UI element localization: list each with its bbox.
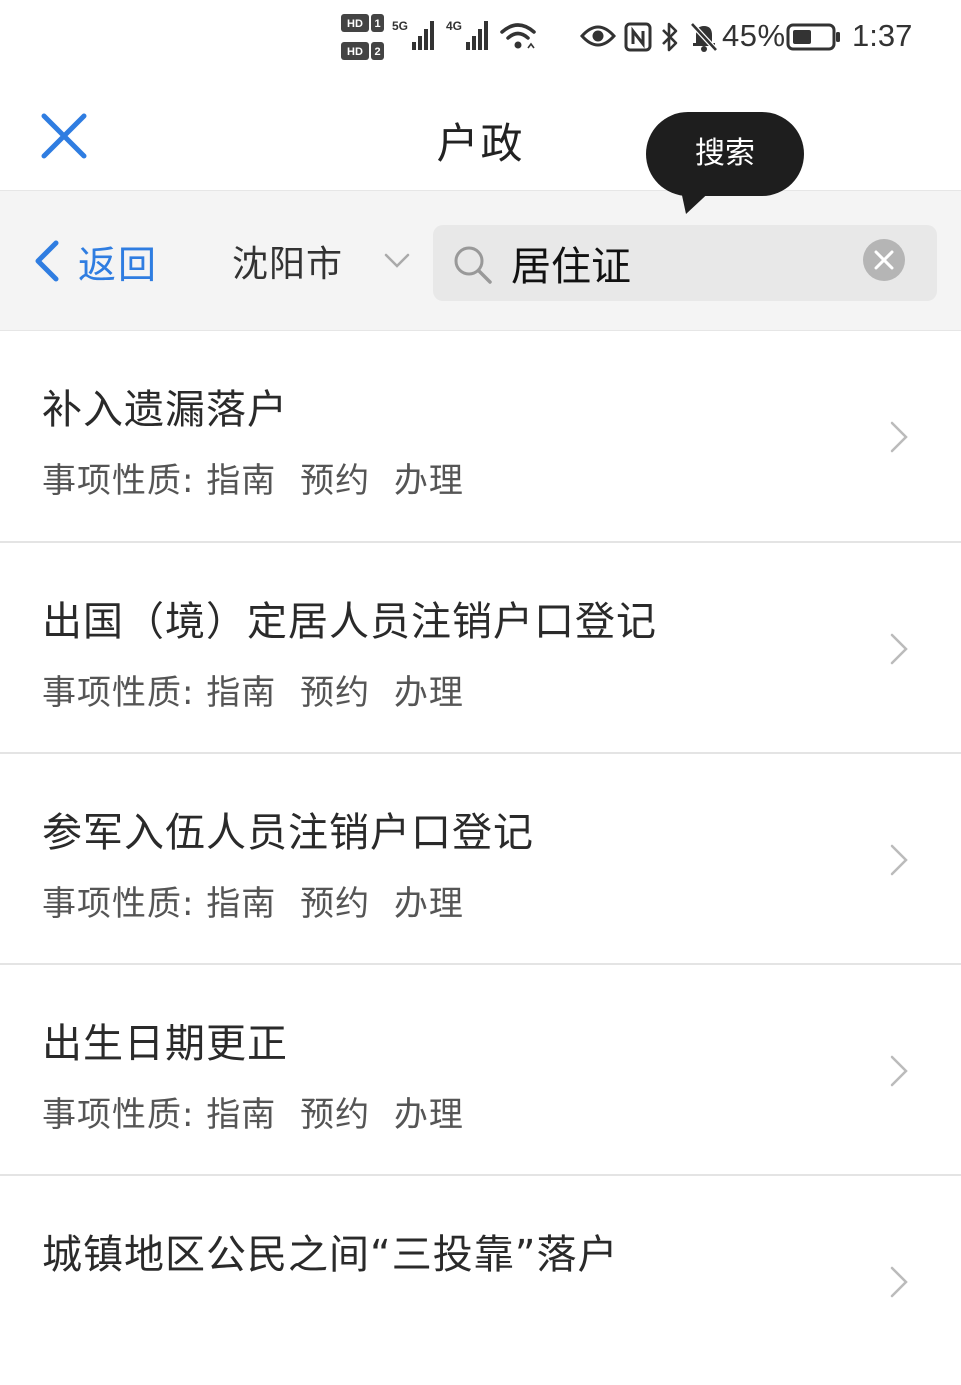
clear-search-icon[interactable] <box>863 239 905 281</box>
svg-text:HD: HD <box>347 18 363 30</box>
tag-handle: 办理 <box>393 673 464 713</box>
eye-icon <box>580 25 616 47</box>
item-meta: 事项性质: 指南 预约 办理 <box>42 876 476 925</box>
chevron-right-icon <box>890 844 908 876</box>
nfc-icon <box>624 22 652 52</box>
city-label: 沈阳市 <box>232 244 344 285</box>
title-bar: 户政 <box>0 78 961 190</box>
item-meta: 事项性质: 指南 预约 办理 <box>42 665 476 714</box>
bell-muted-icon <box>690 22 718 52</box>
item-title: 城镇地区公民之间“三投靠”落户 <box>42 1232 619 1278</box>
list-item[interactable]: 出生日期更正 事项性质: 指南 预约 办理 <box>0 963 961 1174</box>
battery-percent: 45% <box>722 18 786 53</box>
battery-icon <box>786 23 840 51</box>
back-button[interactable]: 返回 <box>32 233 158 289</box>
tag-handle: 办理 <box>393 461 464 501</box>
chevron-right-icon <box>890 1266 908 1298</box>
list-item[interactable]: 出国（境）定居人员注销户口登记 事项性质: 指南 预约 办理 <box>0 541 961 752</box>
tag-reserve: 预约 <box>300 884 371 924</box>
search-icon <box>454 246 492 284</box>
list-item[interactable]: 补入遗漏落户 事项性质: 指南 预约 办理 <box>0 330 961 541</box>
back-label: 返回 <box>78 242 159 287</box>
item-title: 参军入伍人员注销户口登记 <box>42 810 534 856</box>
svg-text:2: 2 <box>374 46 380 58</box>
tag-guide: 指南 <box>206 461 277 501</box>
item-title: 出生日期更正 <box>42 1021 288 1067</box>
tag-handle: 办理 <box>393 1095 464 1135</box>
signal-icon: 5G <box>392 19 434 50</box>
item-title: 补入遗漏落户 <box>42 387 288 433</box>
svg-text:4G: 4G <box>446 19 462 33</box>
tag-reserve: 预约 <box>300 1095 371 1135</box>
chevron-down-icon <box>384 253 410 268</box>
search-box[interactable] <box>433 225 937 301</box>
hd-icon: HD 1 HD 2 <box>341 14 384 60</box>
clock: 1:37 <box>852 18 913 53</box>
item-meta: 事项性质: 指南 预约 办理 <box>42 453 476 502</box>
search-input[interactable] <box>511 233 851 293</box>
search-toolbar: 返回 沈阳市 <box>0 190 961 330</box>
tag-handle: 办理 <box>393 884 464 924</box>
meta-label: 事项性质: <box>42 673 195 713</box>
chevron-right-icon <box>890 1055 908 1087</box>
page-title: 户政 <box>436 119 525 168</box>
bluetooth-icon <box>662 22 678 52</box>
meta-label: 事项性质: <box>42 884 195 924</box>
item-title: 出国（境）定居人员注销户口登记 <box>42 599 657 645</box>
svg-text:1: 1 <box>374 18 380 30</box>
chevron-right-icon <box>890 421 908 453</box>
tag-reserve: 预约 <box>300 673 371 713</box>
meta-label: 事项性质: <box>42 1095 195 1135</box>
results-list: 补入遗漏落户 事项性质: 指南 预约 办理 出国（境）定居人员注销户口登记 事项… <box>0 330 961 1385</box>
city-select[interactable]: 沈阳市 <box>232 233 411 289</box>
wifi-icon <box>500 23 536 49</box>
svg-text:5G: 5G <box>392 19 408 33</box>
chevron-left-icon <box>35 240 59 282</box>
item-meta: 事项性质: 指南 预约 办理 <box>42 1087 476 1136</box>
list-item[interactable]: 参军入伍人员注销户口登记 事项性质: 指南 预约 办理 <box>0 752 961 963</box>
search-tooltip: 搜索 <box>646 112 804 196</box>
tag-guide: 指南 <box>206 673 277 713</box>
signal-icon: 4G <box>446 19 488 50</box>
tag-guide: 指南 <box>206 1095 277 1135</box>
status-bar: HD 1 HD 2 5G 4G 45% 1:37 <box>0 0 961 78</box>
meta-label: 事项性质: <box>42 461 195 501</box>
tag-reserve: 预约 <box>300 461 371 501</box>
svg-text:HD: HD <box>347 46 363 58</box>
tooltip-tail <box>680 186 716 214</box>
chevron-right-icon <box>890 633 908 665</box>
tag-guide: 指南 <box>206 884 277 924</box>
